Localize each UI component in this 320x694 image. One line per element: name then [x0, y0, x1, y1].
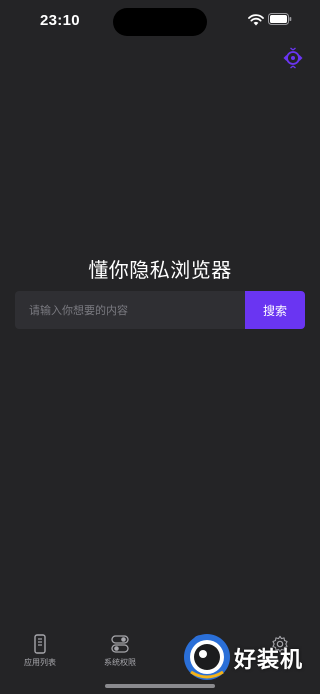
tab-app-list[interactable]: 应用列表 — [0, 634, 80, 668]
tab-label-system-permissions: 系统权限 — [104, 658, 136, 667]
dynamic-island — [113, 8, 207, 36]
app-screen: 23:10 懂你隐私浏览器 搜索 应用列表 — [0, 0, 320, 694]
phone-list-icon — [34, 634, 46, 654]
wifi-icon — [248, 14, 264, 26]
browser-title: 懂你隐私浏览器 — [88, 258, 232, 282]
tab-system-permissions[interactable]: 系统权限 — [80, 634, 160, 668]
watermark-logo-icon — [184, 634, 230, 680]
tab-label-app-list: 应用列表 — [24, 658, 56, 667]
watermark: 好装机 — [182, 630, 316, 688]
swap-circle-icon[interactable] — [282, 47, 304, 69]
watermark-text: 好装机 — [234, 648, 304, 673]
toggle-icon — [111, 635, 129, 653]
search-bar: 搜索 — [15, 291, 305, 329]
search-button[interactable]: 搜索 — [245, 291, 305, 329]
battery-icon — [268, 13, 292, 25]
status-time: 23:10 — [40, 12, 80, 29]
search-input[interactable] — [15, 291, 245, 329]
